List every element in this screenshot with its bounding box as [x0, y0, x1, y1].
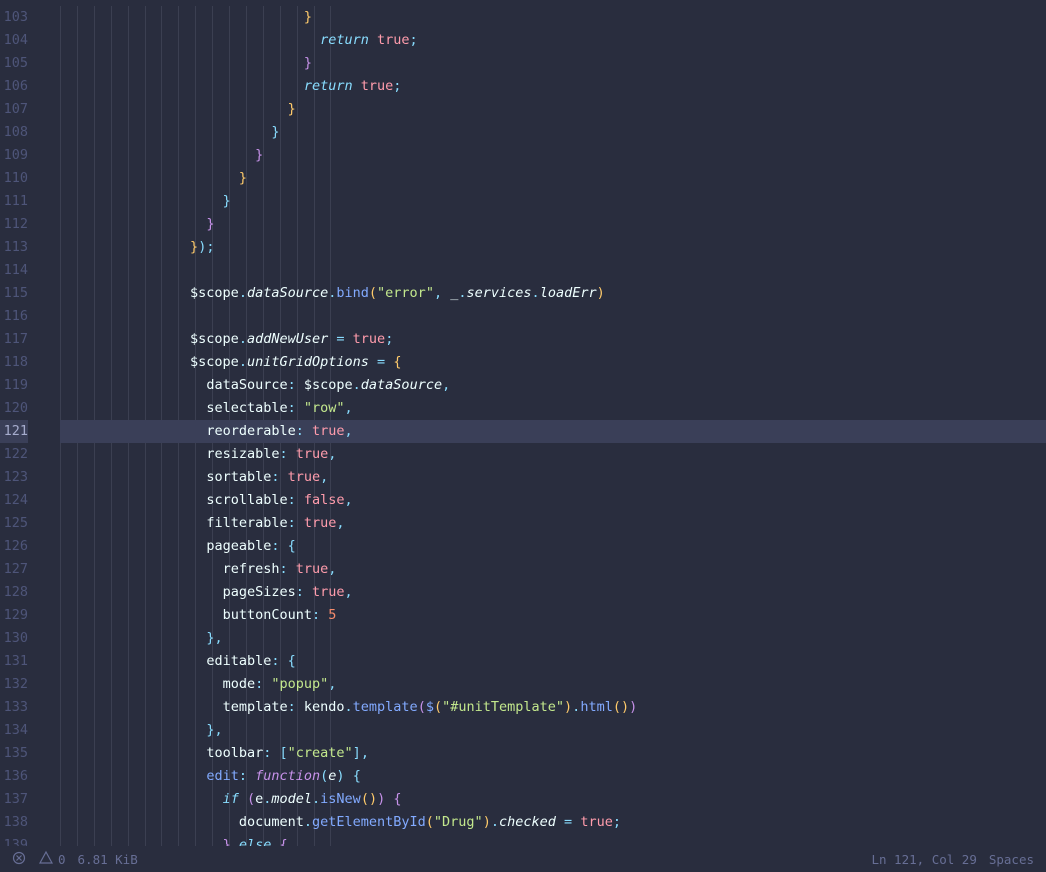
code-line[interactable]: toolbar: ["create"],	[60, 742, 1046, 765]
code-line[interactable]: }	[60, 190, 1046, 213]
line-number[interactable]: 133	[0, 696, 28, 719]
code-line[interactable]: return true;	[60, 75, 1046, 98]
line-number[interactable]: 110	[0, 167, 28, 190]
code-line[interactable]: }	[60, 167, 1046, 190]
code-line[interactable]: }	[60, 144, 1046, 167]
line-number[interactable]: 121	[0, 420, 28, 443]
line-number[interactable]: 104	[0, 29, 28, 52]
file-size[interactable]: 6.81 KiB	[72, 852, 144, 867]
code-line[interactable]: });	[60, 236, 1046, 259]
warning-icon	[38, 850, 54, 869]
code-line[interactable]: scrollable: false,	[60, 489, 1046, 512]
line-number[interactable]: 105	[0, 52, 28, 75]
code-line[interactable]: if (e.model.isNew()) {	[60, 788, 1046, 811]
line-number-gutter[interactable]: 1031041051061071081091101111121131141151…	[0, 6, 32, 846]
code-line[interactable]: return true;	[60, 29, 1046, 52]
code-line[interactable]: reorderable: true,	[60, 420, 1046, 443]
code-line[interactable]	[60, 259, 1046, 282]
folding-column[interactable]	[32, 6, 60, 846]
code-line[interactable]: mode: "popup",	[60, 673, 1046, 696]
line-number[interactable]: 106	[0, 75, 28, 98]
code-line[interactable]: document.getElementById("Drug").checked …	[60, 811, 1046, 834]
code-line[interactable]: dataSource: $scope.dataSource,	[60, 374, 1046, 397]
line-number[interactable]: 138	[0, 811, 28, 834]
line-number[interactable]: 126	[0, 535, 28, 558]
code-line[interactable]: $scope.addNewUser = true;	[60, 328, 1046, 351]
line-number[interactable]: 116	[0, 305, 28, 328]
line-number[interactable]: 127	[0, 558, 28, 581]
line-number[interactable]: 135	[0, 742, 28, 765]
line-number[interactable]: 112	[0, 213, 28, 236]
line-number[interactable]: 120	[0, 397, 28, 420]
code-line[interactable]: },	[60, 719, 1046, 742]
line-number[interactable]: 117	[0, 328, 28, 351]
code-line[interactable]: $scope.unitGridOptions = {	[60, 351, 1046, 374]
code-content[interactable]: } return true; } return true; } } }	[60, 6, 1046, 846]
code-line[interactable]: },	[60, 627, 1046, 650]
line-number[interactable]: 108	[0, 121, 28, 144]
line-number[interactable]: 137	[0, 788, 28, 811]
code-line[interactable]: selectable: "row",	[60, 397, 1046, 420]
code-line[interactable]: sortable: true,	[60, 466, 1046, 489]
line-number[interactable]: 129	[0, 604, 28, 627]
line-number[interactable]: 113	[0, 236, 28, 259]
line-number[interactable]: 130	[0, 627, 28, 650]
line-number[interactable]: 122	[0, 443, 28, 466]
code-line[interactable]: refresh: true,	[60, 558, 1046, 581]
line-number[interactable]: 114	[0, 259, 28, 282]
error-icon	[12, 851, 26, 868]
code-line[interactable]: }	[60, 6, 1046, 29]
line-number[interactable]: 118	[0, 351, 28, 374]
cursor-position[interactable]: Ln 121, Col 29	[865, 852, 982, 867]
line-number[interactable]: 132	[0, 673, 28, 696]
code-line[interactable]: edit: function(e) {	[60, 765, 1046, 788]
code-line[interactable]: filterable: true,	[60, 512, 1046, 535]
code-line[interactable]: pageSizes: true,	[60, 581, 1046, 604]
code-line[interactable]: pageable: {	[60, 535, 1046, 558]
code-line[interactable]: $scope.dataSource.bind("error", _.servic…	[60, 282, 1046, 305]
code-line[interactable]: editable: {	[60, 650, 1046, 673]
code-line[interactable]: }	[60, 52, 1046, 75]
code-editor[interactable]: 1031041051061071081091101111121131141151…	[0, 6, 1046, 846]
problems-errors[interactable]	[6, 851, 32, 868]
line-number[interactable]: 107	[0, 98, 28, 121]
problems-warnings[interactable]: 0	[32, 850, 72, 869]
line-number[interactable]: 136	[0, 765, 28, 788]
line-number[interactable]: 131	[0, 650, 28, 673]
line-number[interactable]: 134	[0, 719, 28, 742]
code-line[interactable]: template: kendo.template($("#unitTemplat…	[60, 696, 1046, 719]
line-number[interactable]: 115	[0, 282, 28, 305]
code-line[interactable]: resizable: true,	[60, 443, 1046, 466]
code-line[interactable]	[60, 305, 1046, 328]
line-number[interactable]: 119	[0, 374, 28, 397]
line-number[interactable]: 124	[0, 489, 28, 512]
line-number[interactable]: 111	[0, 190, 28, 213]
line-number[interactable]: 109	[0, 144, 28, 167]
line-number[interactable]: 128	[0, 581, 28, 604]
indentation[interactable]: Spaces	[983, 852, 1040, 867]
status-bar: 0 6.81 KiB Ln 121, Col 29 Spaces	[0, 846, 1046, 872]
line-number[interactable]: 123	[0, 466, 28, 489]
line-number[interactable]: 125	[0, 512, 28, 535]
error-count: 0	[58, 852, 66, 867]
line-number[interactable]: 103	[0, 6, 28, 29]
code-line[interactable]: }	[60, 98, 1046, 121]
code-line[interactable]: }	[60, 213, 1046, 236]
code-line[interactable]: buttonCount: 5	[60, 604, 1046, 627]
code-line[interactable]: }	[60, 121, 1046, 144]
